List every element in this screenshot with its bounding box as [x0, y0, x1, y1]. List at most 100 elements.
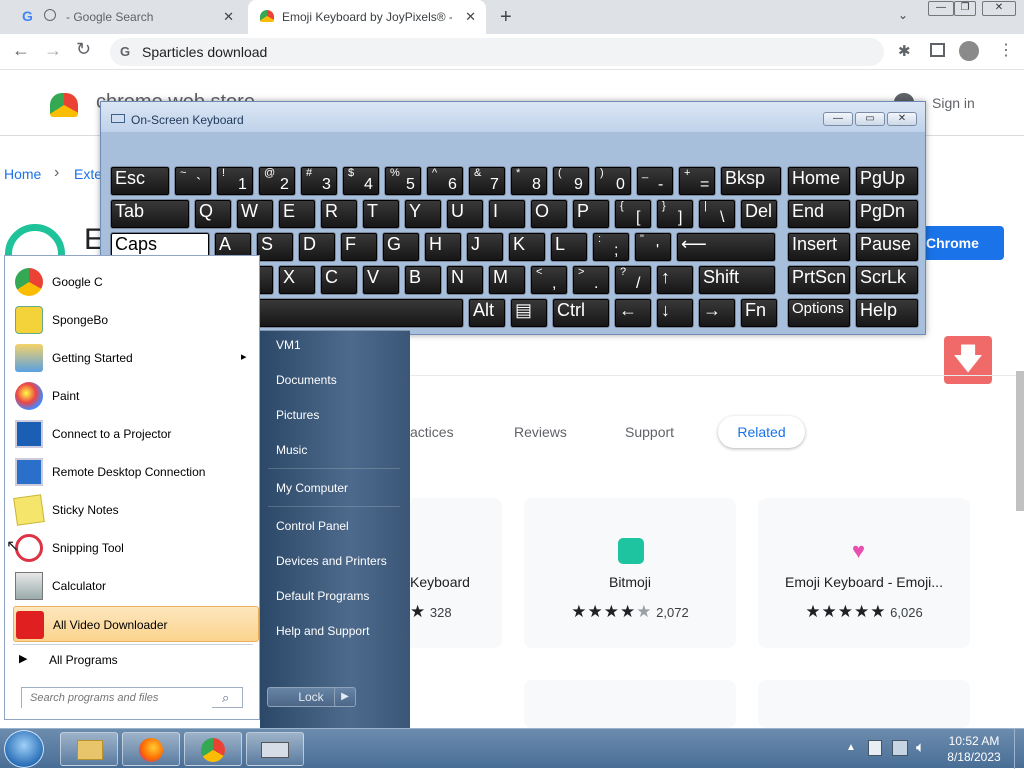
key-enter[interactable]: ⟵	[676, 232, 776, 262]
taskbar-chrome-button[interactable]	[184, 732, 242, 766]
program-item[interactable]: Calculator	[13, 568, 259, 604]
key-lbracket[interactable]: {[	[614, 199, 652, 229]
key-minus[interactable]: _ -	[636, 166, 674, 196]
key-r[interactable]: R	[320, 199, 358, 229]
program-item[interactable]: Connect to a Projector	[13, 416, 259, 452]
start-place-music[interactable]: Music	[276, 443, 307, 457]
key-6[interactable]: ^ 6	[426, 166, 464, 196]
tab-privacy-practices[interactable]: actices	[410, 424, 454, 440]
key-insert[interactable]: Insert	[787, 232, 851, 262]
key-3[interactable]: #3	[300, 166, 338, 196]
program-item[interactable]: Getting Started ▸	[13, 340, 259, 376]
key-p[interactable]: P	[572, 199, 610, 229]
key-period[interactable]: >.	[572, 265, 610, 295]
key-5[interactable]: % 5	[384, 166, 422, 196]
related-card[interactable]: Bitmoji ★★★★★ 2,072	[524, 498, 736, 648]
key-slash[interactable]: ? /	[614, 265, 652, 295]
key-space[interactable]	[256, 298, 464, 328]
key-1[interactable]: ! 1	[216, 166, 254, 196]
key-9[interactable]: (9	[552, 166, 590, 196]
key-w[interactable]: W	[236, 199, 274, 229]
key-x[interactable]: X	[278, 265, 316, 295]
key-options[interactable]: Options	[787, 298, 851, 328]
show-hidden-icons-icon[interactable]: ▲	[846, 742, 856, 753]
key-t[interactable]: T	[362, 199, 400, 229]
close-tab-icon[interactable]: ✕	[465, 9, 476, 25]
key-h[interactable]: H	[424, 232, 462, 262]
program-item[interactable]: Sticky Notes	[13, 492, 259, 528]
key-s[interactable]: S	[256, 232, 294, 262]
key-j[interactable]: J	[466, 232, 504, 262]
page-scrollbar[interactable]	[1016, 371, 1024, 511]
restore-window-icon[interactable]: ❐	[954, 1, 976, 16]
key-up[interactable]: ↑	[656, 265, 694, 295]
sign-in-link[interactable]: Sign in	[932, 95, 975, 111]
key-e[interactable]: E	[278, 199, 316, 229]
start-orb-icon[interactable]	[4, 730, 44, 768]
start-search-box[interactable]: ⌕	[21, 687, 243, 708]
new-tab-icon[interactable]: +	[500, 6, 512, 29]
key-2[interactable]: @2	[258, 166, 296, 196]
key-end[interactable]: End	[787, 199, 851, 229]
profile-avatar-icon[interactable]	[959, 41, 979, 61]
start-place-default-programs[interactable]: Default Programs	[276, 589, 369, 603]
chrome-menu-icon[interactable]: ⋮	[998, 40, 1014, 60]
key-v[interactable]: V	[362, 265, 400, 295]
close-tab-icon[interactable]: ✕	[223, 9, 234, 25]
start-place-help-and-support[interactable]: Help and Support	[276, 624, 369, 638]
key-bksp[interactable]: Bksp	[720, 166, 782, 196]
show-desktop-button[interactable]	[1014, 729, 1024, 769]
tab-reviews[interactable]: Reviews	[514, 424, 567, 440]
tab-related[interactable]: Related	[718, 416, 805, 448]
key-pgdn[interactable]: PgDn	[855, 199, 919, 229]
start-place-documents[interactable]: Documents	[276, 373, 337, 387]
action-center-flag-icon[interactable]	[868, 740, 882, 756]
key-prtscn[interactable]: PrtScn	[787, 265, 851, 295]
key-help[interactable]: Help	[855, 298, 919, 328]
key-backslash[interactable]: | \	[698, 199, 736, 229]
related-card[interactable]	[524, 680, 736, 728]
taskbar-explorer-button[interactable]	[60, 732, 118, 766]
key-pause[interactable]: Pause	[855, 232, 919, 262]
key-right[interactable]: →	[698, 298, 736, 328]
key-b[interactable]: B	[404, 265, 442, 295]
key-k[interactable]: K	[508, 232, 546, 262]
key-g[interactable]: G	[382, 232, 420, 262]
key-del[interactable]: Del	[740, 199, 778, 229]
key-tab[interactable]: Tab	[110, 199, 190, 229]
volume-muted-icon[interactable]: 🔈︎	[916, 739, 925, 756]
start-place-pictures[interactable]: Pictures	[276, 408, 319, 422]
key-tilde[interactable]: ~ `	[174, 166, 212, 196]
extensions-puzzle-icon[interactable]: ✱	[898, 42, 911, 60]
tab-support[interactable]: Support	[625, 424, 674, 440]
key-fn[interactable]: Fn	[740, 298, 778, 328]
key-semicolon[interactable]: :;	[592, 232, 630, 262]
tab-google-search[interactable]: G - Google Search ✕	[8, 0, 244, 34]
program-item[interactable]: Google C	[13, 264, 259, 300]
related-card[interactable]	[758, 680, 970, 728]
tab-search-chevron-icon[interactable]: ⌄	[898, 8, 908, 22]
key-rctrl[interactable]: Ctrl	[552, 298, 610, 328]
key-8[interactable]: * 8	[510, 166, 548, 196]
key-o[interactable]: O	[530, 199, 568, 229]
key-c[interactable]: C	[320, 265, 358, 295]
key-rbracket[interactable]: }]	[656, 199, 694, 229]
key-q[interactable]: Q	[194, 199, 232, 229]
key-d[interactable]: D	[298, 232, 336, 262]
key-4[interactable]: $4	[342, 166, 380, 196]
key-home[interactable]: Home	[787, 166, 851, 196]
start-place-devices-and-printers[interactable]: Devices and Printers	[276, 554, 387, 568]
back-arrow-icon[interactable]: ←	[12, 40, 30, 61]
key-pgup[interactable]: PgUp	[855, 166, 919, 196]
key-left[interactable]: ←	[614, 298, 652, 328]
shutdown-options-arrow-icon[interactable]: ▶	[334, 687, 356, 707]
key-menu[interactable]: ▤	[510, 298, 548, 328]
key-rshift[interactable]: Shift	[698, 265, 776, 295]
start-place-my-computer[interactable]: My Computer	[276, 481, 348, 495]
start-place-vm1[interactable]: VM1	[276, 338, 301, 352]
program-item[interactable]: Snipping Tool	[13, 530, 259, 566]
key-u[interactable]: U	[446, 199, 484, 229]
key-ralt[interactable]: Alt	[468, 298, 506, 328]
taskbar-osk-button[interactable]	[246, 732, 304, 766]
key-f[interactable]: F	[340, 232, 378, 262]
